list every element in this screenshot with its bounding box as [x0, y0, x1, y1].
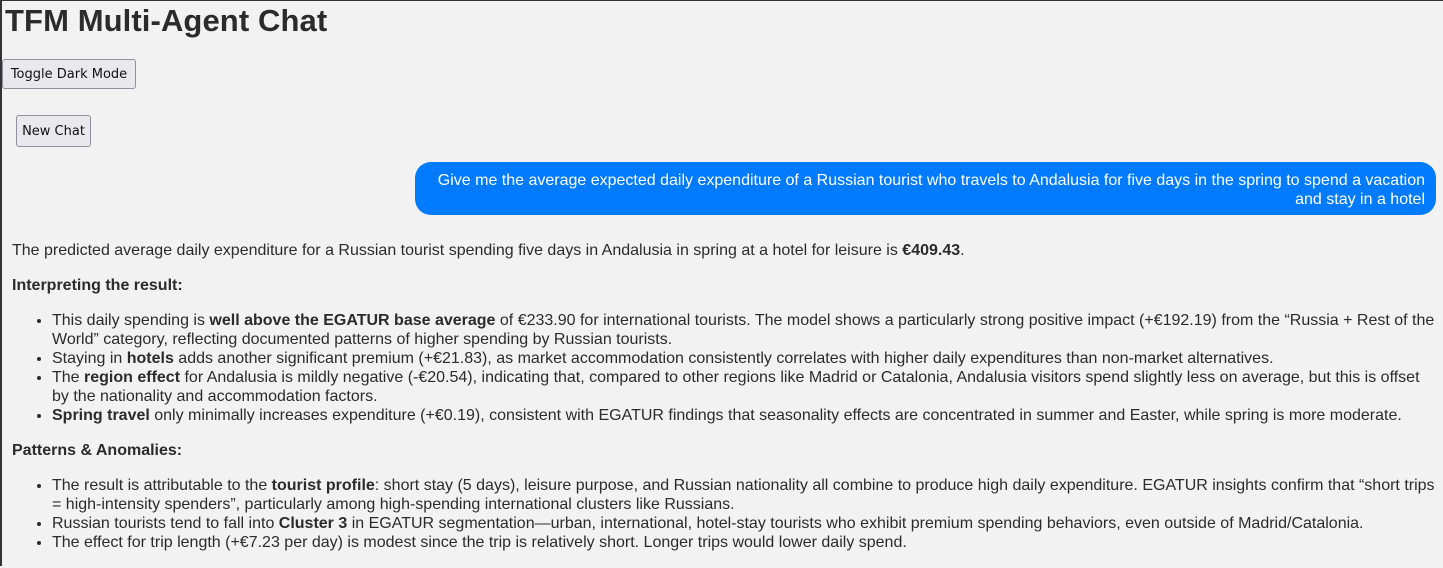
item-text: in EGATUR segmentation—urban, internatio…	[347, 515, 1364, 532]
list-item: Staying in hotels adds another significa…	[52, 349, 1438, 368]
item-text: Staying in	[52, 350, 127, 367]
section-heading-patterns: Patterns & Anomalies:	[12, 442, 183, 459]
list-item: The region effect for Andalusia is mildl…	[52, 368, 1438, 406]
new-chat-button[interactable]: New Chat	[16, 115, 91, 147]
lead-end: .	[960, 242, 965, 259]
item-text: Russian tourists tend to fall into	[52, 515, 279, 532]
lead-value: €409.43	[902, 242, 961, 259]
list-item: Spring travel only minimally increases e…	[52, 406, 1438, 425]
list-item: This daily spending is well above the EG…	[52, 311, 1438, 349]
item-text: The result is attributable to the	[52, 477, 272, 494]
interpreting-list: This daily spending is well above the EG…	[12, 311, 1438, 425]
item-bold: tourist profile	[271, 477, 375, 494]
user-message-text: Give me the average expected daily expen…	[437, 172, 1425, 208]
item-bold: region effect	[84, 369, 181, 386]
item-bold: Spring travel	[52, 407, 150, 424]
item-text: for Andalusia is mildly negative (-€20.5…	[52, 369, 1420, 405]
item-text: adds another significant premium (+€21.8…	[173, 350, 1274, 367]
item-bold: well above the EGATUR base average	[209, 312, 496, 329]
item-text: The	[52, 369, 85, 386]
assistant-lead-paragraph: The predicted average daily expenditure …	[12, 241, 1438, 260]
section-heading-interpreting: Interpreting the result:	[12, 277, 183, 294]
page-title: TFM Multi-Agent Chat	[5, 3, 328, 38]
item-bold: hotels	[126, 350, 174, 367]
item-text: The effect for trip length (+€7.23 per d…	[52, 534, 907, 551]
list-item: Russian tourists tend to fall into Clust…	[52, 514, 1438, 533]
list-item: The effect for trip length (+€7.23 per d…	[52, 533, 1438, 552]
patterns-list: The result is attributable to the touris…	[12, 476, 1438, 552]
item-bold: Cluster 3	[278, 515, 348, 532]
list-item: The result is attributable to the touris…	[52, 476, 1438, 514]
assistant-message: The predicted average daily expenditure …	[12, 241, 1438, 568]
lead-text: The predicted average daily expenditure …	[12, 242, 903, 259]
item-text: This daily spending is	[52, 312, 210, 329]
item-text: only minimally increases expenditure (+€…	[149, 407, 1402, 424]
toggle-dark-mode-button[interactable]: Toggle Dark Mode	[2, 59, 136, 89]
user-message-bubble: Give me the average expected daily expen…	[415, 162, 1436, 215]
